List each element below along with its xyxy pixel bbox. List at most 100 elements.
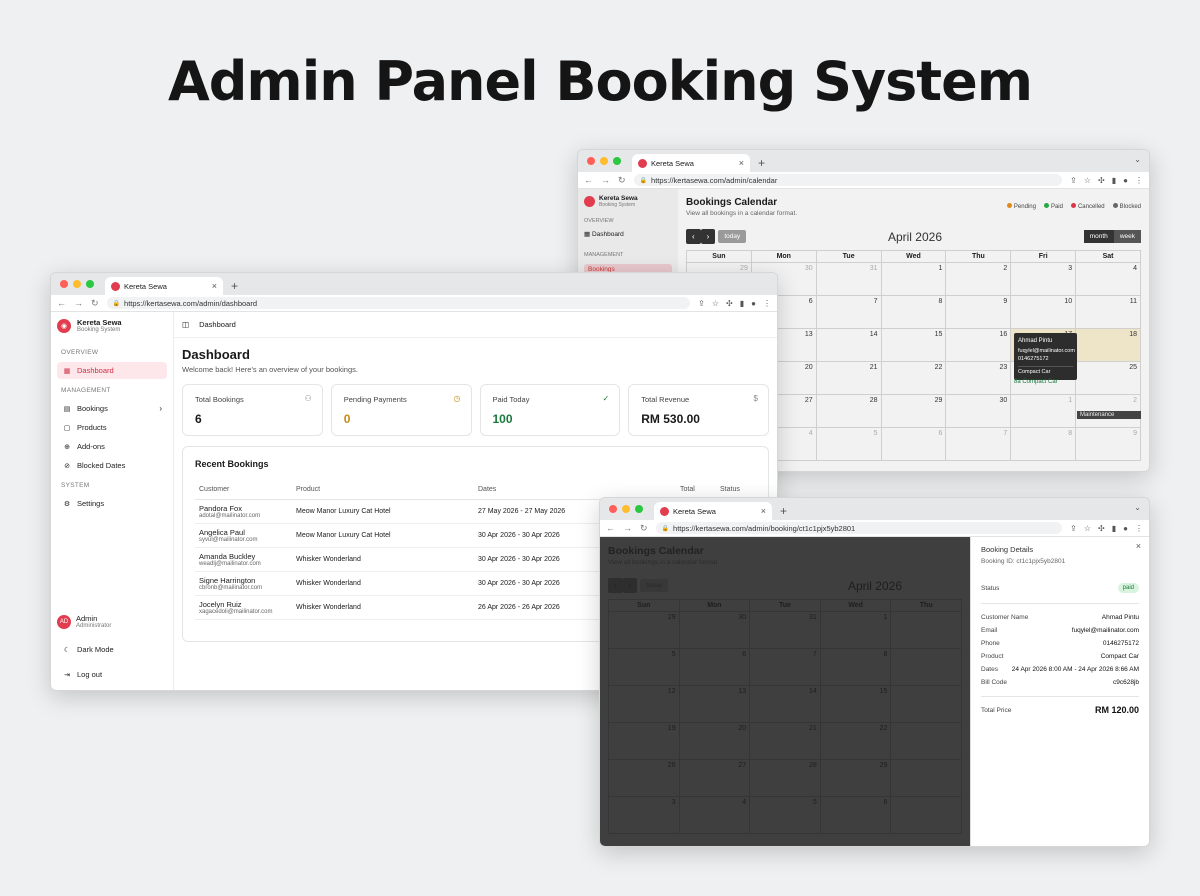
sidebar-item-dashboard[interactable]: ▦ Dashboard — [584, 230, 672, 238]
calendar-cell[interactable]: 8 — [881, 296, 947, 329]
reload-icon[interactable]: ↻ — [618, 175, 626, 186]
close-window-icon[interactable] — [587, 157, 595, 165]
url-field[interactable]: 🔒 https://kertasewa.com/admin/dashboard — [106, 297, 691, 309]
forward-icon[interactable]: → — [74, 298, 83, 308]
calendar-cell[interactable]: 7 — [816, 296, 882, 329]
prev-month-button[interactable]: ‹ — [686, 229, 701, 244]
calendar-cell[interactable]: 15 — [881, 329, 947, 362]
calendar-cell[interactable]: 10 — [1011, 296, 1077, 329]
extensions-icon[interactable]: ✣ — [726, 299, 733, 308]
back-icon[interactable]: ← — [606, 523, 615, 533]
browser-tab[interactable]: Kereta Sewa × — [105, 277, 223, 295]
lock-icon: 🔒 — [112, 300, 121, 307]
share-icon[interactable]: ⇪ — [1070, 176, 1077, 185]
month-view-button[interactable]: month — [1083, 230, 1114, 243]
calendar-cell[interactable]: 25 — [1076, 362, 1141, 395]
sidebar-toggle-icon[interactable]: ◫ — [182, 320, 189, 329]
dark-mode-toggle[interactable]: ☾ Dark Mode — [57, 641, 167, 658]
close-tab-icon[interactable]: × — [739, 158, 744, 168]
next-month-button[interactable]: › — [700, 229, 716, 244]
calendar-cell[interactable]: 23 — [946, 362, 1012, 395]
menu-icon[interactable]: ⋮ — [1135, 524, 1143, 533]
close-tab-icon[interactable]: × — [761, 506, 766, 516]
calendar-event[interactable]: 8a Compact Car — [1014, 379, 1058, 385]
extensions-icon[interactable]: ✣ — [1098, 176, 1105, 185]
back-icon[interactable]: ← — [57, 298, 66, 308]
reload-icon[interactable]: ↻ — [91, 298, 99, 309]
sidebar-item-dashboard[interactable]: ▦ Dashboard — [57, 362, 167, 379]
back-icon[interactable]: ← — [584, 175, 593, 185]
calendar-cell[interactable]: 22 — [881, 362, 947, 395]
calendar-cell[interactable]: 9 — [946, 296, 1012, 329]
calendar-cell[interactable]: 30 — [946, 395, 1012, 428]
star-icon[interactable]: ☆ — [1084, 524, 1091, 533]
sidebar-item-addons[interactable]: ⊕ Add-ons — [57, 438, 167, 455]
detail-row: Phone 0146275172 — [981, 640, 1139, 647]
close-window-icon[interactable] — [60, 280, 68, 288]
new-tab-button[interactable]: + — [780, 502, 787, 520]
new-tab-button[interactable]: + — [231, 277, 238, 295]
forward-icon[interactable]: → — [601, 175, 610, 185]
sidebar-item-bookings[interactable]: ▤ Bookings › — [57, 400, 167, 417]
share-icon[interactable]: ⇪ — [698, 299, 705, 308]
star-icon[interactable]: ☆ — [1084, 176, 1091, 185]
share-icon[interactable]: ⇪ — [1070, 524, 1077, 533]
calendar-overlay[interactable]: Bookings Calendar View all bookings in a… — [600, 537, 970, 846]
chevron-down-icon[interactable]: ⌄ — [1134, 155, 1141, 164]
minimize-window-icon[interactable] — [622, 505, 630, 513]
calendar-cell[interactable]: 6 — [881, 428, 947, 461]
week-view-button[interactable]: week — [1113, 230, 1141, 243]
calendar-cell[interactable]: 2 — [946, 263, 1012, 296]
url-field[interactable]: 🔒 https://kertasewa.com/admin/calendar — [633, 174, 1063, 186]
calendar-cell[interactable]: 1 — [1011, 395, 1077, 428]
admin-profile[interactable]: AD Admin Administrator — [57, 614, 167, 629]
menu-icon[interactable]: ⋮ — [1135, 176, 1143, 185]
calendar-cell[interactable]: 16 — [946, 329, 1012, 362]
browser-tab[interactable]: Kereta Sewa × — [654, 502, 772, 520]
close-tab-icon[interactable]: × — [212, 281, 217, 291]
maximize-window-icon[interactable] — [86, 280, 94, 288]
calendar-cell[interactable]: 18 — [1076, 329, 1141, 362]
minimize-window-icon[interactable] — [600, 157, 608, 165]
menu-icon[interactable]: ⋮ — [763, 299, 771, 308]
calendar-cell[interactable]: 21 — [816, 362, 882, 395]
sidebar-icon[interactable]: ▮ — [1112, 176, 1116, 185]
sidebar-icon[interactable]: ▮ — [740, 299, 744, 308]
profile-icon[interactable]: ● — [751, 299, 756, 308]
forward-icon[interactable]: → — [623, 523, 632, 533]
calendar-cell[interactable]: 8 — [1011, 428, 1077, 461]
logout-button[interactable]: ⇥ Log out — [57, 666, 167, 683]
calendar-cell[interactable]: 14 — [816, 329, 882, 362]
calendar-cell[interactable]: 31 — [816, 263, 882, 296]
close-icon[interactable]: × — [1136, 541, 1141, 551]
calendar-cell[interactable]: 11 — [1076, 296, 1141, 329]
calendar-cell[interactable]: 3 — [1011, 263, 1077, 296]
calendar-cell[interactable]: 1 — [881, 263, 947, 296]
profile-icon[interactable]: ● — [1123, 524, 1128, 533]
calendar-cell[interactable]: 28 — [816, 395, 882, 428]
stat-card-total-revenue: Total Revenue RM 530.00 $ — [628, 384, 769, 436]
sidebar-item-products[interactable]: ▢ Products — [57, 419, 167, 436]
calendar-cell[interactable]: 7 — [946, 428, 1012, 461]
profile-icon[interactable]: ● — [1123, 176, 1128, 185]
calendar-cell[interactable]: 29 — [881, 395, 947, 428]
url-field[interactable]: 🔒 https://kertasewa.com/admin/booking/ct1… — [655, 522, 1063, 534]
chevron-down-icon[interactable]: ⌄ — [1134, 503, 1141, 512]
calendar-cell[interactable]: 4 — [1076, 263, 1141, 296]
sidebar-item-blocked-dates[interactable]: ⊘ Blocked Dates — [57, 457, 167, 474]
extensions-icon[interactable]: ✣ — [1098, 524, 1105, 533]
blocked-event[interactable]: Maintenance — [1077, 411, 1141, 419]
browser-tab[interactable]: Kereta Sewa × — [632, 154, 750, 172]
close-window-icon[interactable] — [609, 505, 617, 513]
star-icon[interactable]: ☆ — [712, 299, 719, 308]
calendar-cell[interactable]: 5 — [816, 428, 882, 461]
calendar-cell[interactable]: 9 — [1076, 428, 1141, 461]
reload-icon[interactable]: ↻ — [640, 523, 648, 534]
sidebar-icon[interactable]: ▮ — [1112, 524, 1116, 533]
sidebar-item-settings[interactable]: ⚙ Settings — [57, 495, 167, 512]
maximize-window-icon[interactable] — [613, 157, 621, 165]
today-button[interactable]: today — [718, 230, 747, 243]
maximize-window-icon[interactable] — [635, 505, 643, 513]
minimize-window-icon[interactable] — [73, 280, 81, 288]
new-tab-button[interactable]: + — [758, 154, 765, 172]
